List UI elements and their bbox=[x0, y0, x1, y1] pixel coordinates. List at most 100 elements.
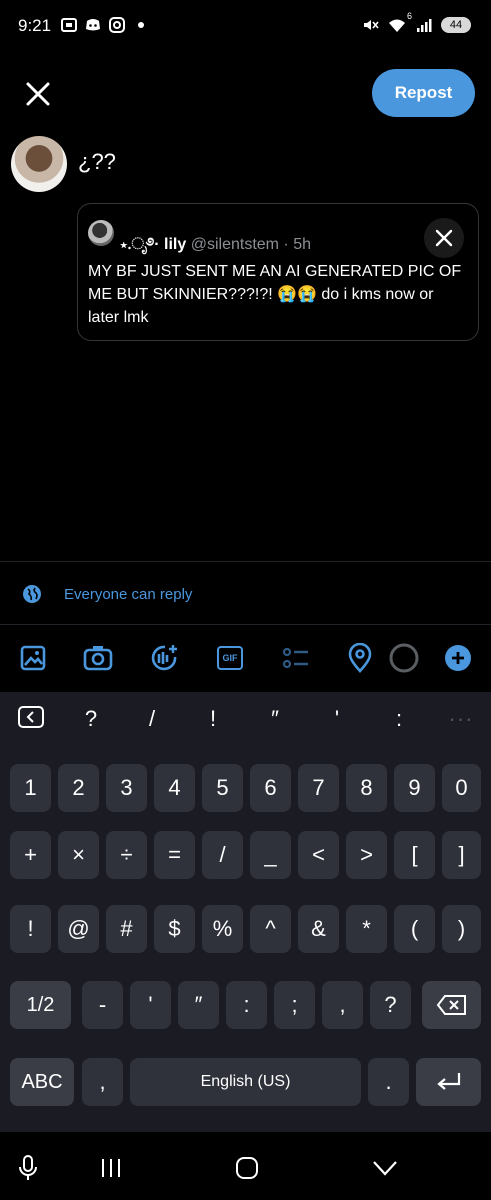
recent-apps-button[interactable] bbox=[97, 1154, 125, 1182]
key[interactable]: > bbox=[346, 831, 387, 879]
key[interactable]: 5 bbox=[202, 764, 243, 812]
discord-icon bbox=[86, 19, 100, 31]
key[interactable]: / bbox=[202, 831, 243, 879]
key[interactable]: + bbox=[10, 831, 51, 879]
grok-button[interactable] bbox=[148, 642, 180, 674]
key[interactable]: 6 bbox=[250, 764, 291, 812]
key[interactable]: 8 bbox=[346, 764, 387, 812]
poll-button[interactable] bbox=[280, 642, 312, 674]
close-icon[interactable] bbox=[22, 78, 54, 110]
wifi-badge: 6 bbox=[406, 11, 412, 21]
divider bbox=[0, 561, 491, 562]
key[interactable]: 7 bbox=[298, 764, 339, 812]
key[interactable]: < bbox=[298, 831, 339, 879]
status-bar: 9:21 6 44 bbox=[0, 0, 491, 56]
camera-icon bbox=[83, 646, 113, 671]
gif-icon: GIF bbox=[217, 646, 243, 670]
key[interactable]: ( bbox=[394, 905, 435, 953]
key[interactable]: ) bbox=[442, 905, 481, 953]
avatar[interactable] bbox=[11, 136, 67, 192]
key[interactable]: ? bbox=[370, 981, 411, 1029]
keyboard-suggestion-bar: ? / ! ″ ' : ··· bbox=[0, 692, 491, 752]
hide-keyboard-button[interactable] bbox=[371, 1154, 399, 1182]
quoted-avatar bbox=[88, 220, 114, 246]
location-pin-icon bbox=[348, 643, 372, 673]
wifi-icon: 6 bbox=[387, 11, 412, 34]
keyboard: ? / ! ″ ' : ··· 1 2 3 4 5 6 7 8 9 0 + × … bbox=[0, 692, 491, 1132]
backspace-key[interactable] bbox=[422, 981, 481, 1029]
comma-key[interactable]: , bbox=[82, 1058, 123, 1106]
key[interactable]: - bbox=[82, 981, 123, 1029]
recents-icon bbox=[102, 1159, 120, 1177]
gif-label: GIF bbox=[222, 653, 238, 663]
page-toggle-key[interactable]: 1/2 bbox=[10, 981, 71, 1029]
more-icon[interactable]: ··· bbox=[446, 706, 476, 736]
key[interactable]: 1 bbox=[10, 764, 51, 812]
status-system-icons: 6 44 bbox=[361, 11, 471, 34]
key[interactable]: ' bbox=[130, 981, 171, 1029]
key[interactable]: × bbox=[58, 831, 99, 879]
key[interactable]: ! bbox=[10, 905, 51, 953]
signal-icon bbox=[417, 19, 432, 32]
key[interactable]: 9 bbox=[394, 764, 435, 812]
key[interactable]: % bbox=[202, 905, 243, 953]
key[interactable]: ^ bbox=[250, 905, 291, 953]
chevron-down-icon bbox=[373, 1161, 397, 1176]
key[interactable]: 4 bbox=[154, 764, 195, 812]
key[interactable]: = bbox=[154, 831, 195, 879]
key[interactable]: @ bbox=[58, 905, 99, 953]
backspace-icon bbox=[436, 995, 466, 1015]
voice-input-button[interactable] bbox=[14, 1154, 42, 1182]
key[interactable]: 2 bbox=[58, 764, 99, 812]
media-button[interactable] bbox=[17, 642, 49, 674]
quick-symbol-key[interactable]: : bbox=[384, 706, 414, 736]
close-icon bbox=[435, 229, 453, 247]
camera-button[interactable] bbox=[82, 642, 114, 674]
remove-quote-button[interactable] bbox=[424, 218, 464, 258]
quick-symbol-key[interactable]: / bbox=[137, 706, 167, 736]
quick-symbol-key[interactable]: ″ bbox=[260, 706, 290, 736]
repost-button[interactable]: Repost bbox=[372, 69, 475, 117]
abc-key[interactable]: ABC bbox=[10, 1058, 74, 1106]
quick-symbol-key[interactable]: ? bbox=[76, 706, 106, 736]
key[interactable]: [ bbox=[394, 831, 435, 879]
globe-icon bbox=[23, 585, 41, 603]
quoted-display-name: lily bbox=[164, 236, 187, 253]
quoted-post-text: MY BF JUST SENT ME AN AI GENERATED PIC O… bbox=[88, 263, 462, 326]
quoted-timestamp: 5h bbox=[293, 236, 311, 253]
keyboard-back-key[interactable] bbox=[16, 706, 46, 736]
key[interactable]: ; bbox=[274, 981, 315, 1029]
grok-image-icon bbox=[151, 645, 177, 671]
key[interactable]: 0 bbox=[442, 764, 481, 812]
key[interactable]: : bbox=[226, 981, 267, 1029]
home-button[interactable] bbox=[233, 1154, 261, 1182]
quick-symbol-key[interactable]: ! bbox=[198, 706, 228, 736]
key[interactable]: & bbox=[298, 905, 339, 953]
add-post-button[interactable] bbox=[442, 642, 474, 674]
enter-key[interactable] bbox=[416, 1058, 481, 1106]
compose-toolbar: GIF bbox=[0, 640, 491, 680]
quoted-post[interactable]: ⋆.ೃ࿔· lily @silentstem · 5h MY BF JUST S… bbox=[77, 203, 479, 341]
battery-icon: 44 bbox=[441, 17, 471, 33]
key[interactable]: ] bbox=[442, 831, 481, 879]
reply-settings[interactable]: Everyone can reply bbox=[22, 584, 192, 604]
system-nav-bar bbox=[0, 1132, 491, 1200]
reply-settings-label: Everyone can reply bbox=[64, 585, 193, 603]
key[interactable]: 3 bbox=[106, 764, 147, 812]
location-button[interactable] bbox=[344, 642, 376, 674]
key[interactable]: $ bbox=[154, 905, 195, 953]
key[interactable]: _ bbox=[250, 831, 291, 879]
space-key[interactable]: English (US) bbox=[130, 1058, 361, 1106]
progress-ring-icon bbox=[389, 643, 419, 673]
key[interactable]: * bbox=[346, 905, 387, 953]
quick-symbol-key[interactable]: ' bbox=[322, 706, 352, 736]
screenshot-icon bbox=[61, 18, 77, 32]
key[interactable]: , bbox=[322, 981, 363, 1029]
compose-input[interactable]: ¿?? bbox=[78, 149, 116, 175]
gif-button[interactable]: GIF bbox=[214, 642, 246, 674]
key[interactable]: ÷ bbox=[106, 831, 147, 879]
key[interactable]: ″ bbox=[178, 981, 219, 1029]
list-icon bbox=[282, 647, 308, 669]
period-key[interactable]: . bbox=[368, 1058, 409, 1106]
key[interactable]: # bbox=[106, 905, 147, 953]
